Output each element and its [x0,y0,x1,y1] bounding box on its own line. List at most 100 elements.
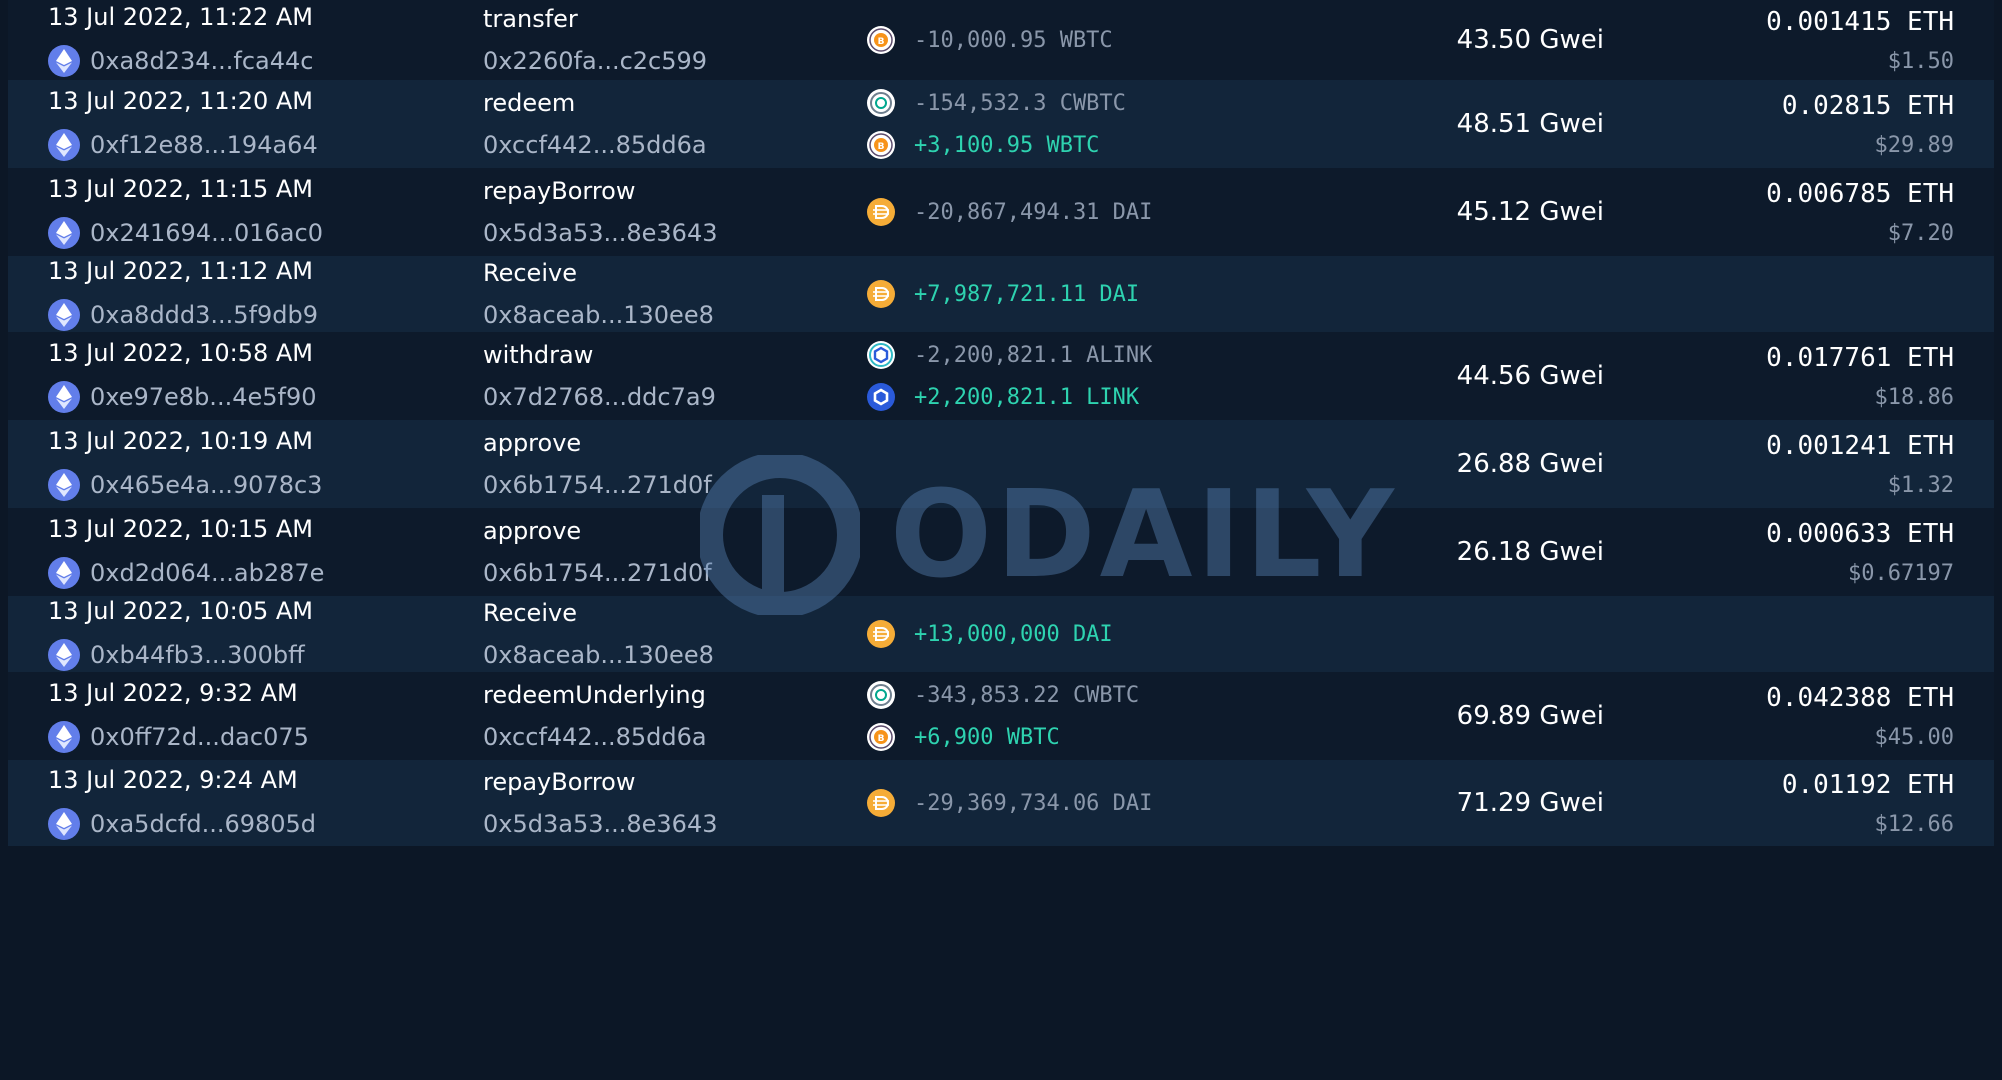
tx-time[interactable]: 13 Jul 2022, 9:24 AM [48,766,316,794]
to-address[interactable]: 0x5d3a53...8e3643 [483,219,718,247]
from-address-text[interactable]: 0xf12e88...194a64 [90,131,318,159]
gas-price: 26.18 Gwei [1456,537,1604,567]
from-address[interactable]: 0xf12e88...194a64 [48,129,318,161]
fee-cell: 0.01192 ETH $12.66 [1782,770,1954,837]
transfer-amount: -154,532.3 CWBTC [914,90,1126,116]
transfer-amount: -29,369,734.06 DAI [914,790,1153,816]
to-address[interactable]: 0xccf442...85dd6a [483,723,707,751]
tx-time[interactable]: 13 Jul 2022, 11:20 AM [48,87,318,115]
tx-time[interactable]: 13 Jul 2022, 9:32 AM [48,679,309,707]
table-row[interactable]: 13 Jul 2022, 9:32 AM 0x0ff72d...dac075 red… [8,672,1994,760]
wbtc-icon: B [866,130,896,160]
fee-eth: 0.01192 ETH [1781,769,1954,800]
token-transfer: -154,532.3 CWBTC [866,88,1126,118]
method-cell: transfer 0x2260fa...c2c599 [483,5,707,75]
table-row[interactable]: 13 Jul 2022, 10:58 AM 0xe97e8b...4e5f90 wi… [8,332,1994,420]
gas-price: 48.51 Gwei [1456,109,1604,139]
to-address[interactable]: 0x5d3a53...8e3643 [483,810,718,838]
from-address[interactable]: 0xe97e8b...4e5f90 [48,381,317,413]
to-address[interactable]: 0x6b1754...271d0f [483,471,712,499]
method-cell: approve 0x6b1754...271d0f [483,517,712,587]
token-transfer: -343,853.22 CWBTC [866,680,1139,710]
method-cell: Receive 0x8aceab...130ee8 [483,259,714,329]
to-address[interactable]: 0x8aceab...130ee8 [483,641,714,669]
svg-text:B: B [878,37,885,47]
token-transfer: B +6,900 WBTC [866,722,1139,752]
fee-usd: $29.89 [1874,132,1954,158]
ethereum-icon [48,721,80,753]
token-transfers-cell: -29,369,734.06 DAI [866,788,1152,818]
from-address[interactable]: 0x241694...016ac0 [48,217,323,249]
token-transfer: +7,987,721.11 DAI [866,279,1139,309]
dai-icon [866,619,896,649]
tx-time[interactable]: 13 Jul 2022, 10:58 AM [48,339,317,367]
from-address[interactable]: 0xd2d064...ab287e [48,557,324,589]
from-address-text[interactable]: 0xb44fb3...300bff [90,641,305,669]
cwbtc-icon [866,680,896,710]
from-address[interactable]: 0xb44fb3...300bff [48,639,313,671]
tx-time[interactable]: 13 Jul 2022, 10:15 AM [48,515,324,543]
fee-cell: 0.000633 ETH $0.67197 [1766,519,1954,586]
table-row[interactable]: 13 Jul 2022, 11:12 AM 0xa8ddd3...5f9db9 Re… [8,256,1994,332]
from-address-text[interactable]: 0xa5dcfd...69805d [90,810,316,838]
from-address-text[interactable]: 0x0ff72d...dac075 [90,723,309,751]
token-transfer: B -10,000.95 WBTC [866,25,1113,55]
table-row[interactable]: 13 Jul 2022, 11:22 AM 0xa8d234...fca44c tr… [8,0,1994,80]
method-name: approve [483,517,582,545]
tx-time[interactable]: 13 Jul 2022, 10:19 AM [48,427,322,455]
method-cell: redeem 0xccf442...85dd6a [483,89,707,159]
to-address[interactable]: 0xccf442...85dd6a [483,131,707,159]
to-address[interactable]: 0x8aceab...130ee8 [483,301,714,329]
table-row[interactable]: 13 Jul 2022, 9:24 AM 0xa5dcfd...69805d rep… [8,760,1994,846]
from-address[interactable]: 0x465e4a...9078c3 [48,469,322,501]
from-address[interactable]: 0xa8ddd3...5f9db9 [48,299,318,331]
from-address-text[interactable]: 0x465e4a...9078c3 [90,471,322,499]
from-address-text[interactable]: 0xd2d064...ab287e [90,559,324,587]
to-address[interactable]: 0x6b1754...271d0f [483,559,712,587]
tx-time[interactable]: 13 Jul 2022, 11:15 AM [48,175,323,203]
token-transfer: +2,200,821.1 LINK [866,382,1152,412]
gas-price: 44.56 Gwei [1456,361,1604,391]
from-address[interactable]: 0xa8d234...fca44c [48,45,313,77]
method-name: Receive [483,259,577,287]
method-name: redeem [483,89,576,117]
fee-cell: 0.02815 ETH $29.89 [1782,91,1954,158]
fee-usd: $18.86 [1874,384,1954,410]
method-name: redeemUnderlying [483,681,706,709]
tx-time[interactable]: 13 Jul 2022, 10:05 AM [48,597,313,625]
alink-icon [866,340,896,370]
fee-usd: $0.67197 [1848,560,1954,586]
token-transfer: -20,867,494.31 DAI [866,197,1152,227]
table-row[interactable]: 13 Jul 2022, 10:19 AM 0x465e4a...9078c3 ap… [8,420,1994,508]
table-row[interactable]: 13 Jul 2022, 10:05 AM 0xb44fb3...300bff Re… [8,596,1994,672]
table-row[interactable]: 13 Jul 2022, 11:20 AM 0xf12e88...194a64 re… [8,80,1994,168]
table-row[interactable]: 13 Jul 2022, 11:15 AM 0x241694...016ac0 re… [8,168,1994,256]
fee-usd: $7.20 [1887,220,1954,246]
tx-time[interactable]: 13 Jul 2022, 11:22 AM [48,3,313,31]
to-address[interactable]: 0x7d2768...ddc7a9 [483,383,716,411]
time-cell: 13 Jul 2022, 11:15 AM 0x241694...016ac0 [48,175,323,249]
fee-eth: 0.017761 ETH [1766,342,1954,373]
from-address[interactable]: 0xa5dcfd...69805d [48,808,316,840]
ethereum-icon [48,299,80,331]
token-transfers-cell: -2,200,821.1 ALINK +2,200,821.1 LINK [866,340,1152,412]
transfer-amount: -20,867,494.31 DAI [914,199,1153,225]
from-address[interactable]: 0x0ff72d...dac075 [48,721,309,753]
fee-cell: 0.006785 ETH $7.20 [1766,179,1954,246]
to-address[interactable]: 0x2260fa...c2c599 [483,47,707,75]
transfer-amount: -10,000.95 WBTC [914,27,1113,53]
from-address-text[interactable]: 0x241694...016ac0 [90,219,323,247]
ethereum-icon [48,381,80,413]
dai-icon [866,197,896,227]
method-cell: repayBorrow 0x5d3a53...8e3643 [483,177,718,247]
from-address-text[interactable]: 0xa8d234...fca44c [90,47,313,75]
time-cell: 13 Jul 2022, 11:20 AM 0xf12e88...194a64 [48,87,318,161]
from-address-text[interactable]: 0xa8ddd3...5f9db9 [90,301,318,329]
method-cell: repayBorrow 0x5d3a53...8e3643 [483,768,718,838]
ethereum-icon [48,557,80,589]
transfer-amount: +13,000,000 DAI [914,621,1113,647]
tx-time[interactable]: 13 Jul 2022, 11:12 AM [48,257,318,285]
table-row[interactable]: 13 Jul 2022, 10:15 AM 0xd2d064...ab287e ap… [8,508,1994,596]
fee-eth: 0.006785 ETH [1766,178,1954,209]
from-address-text[interactable]: 0xe97e8b...4e5f90 [90,383,317,411]
